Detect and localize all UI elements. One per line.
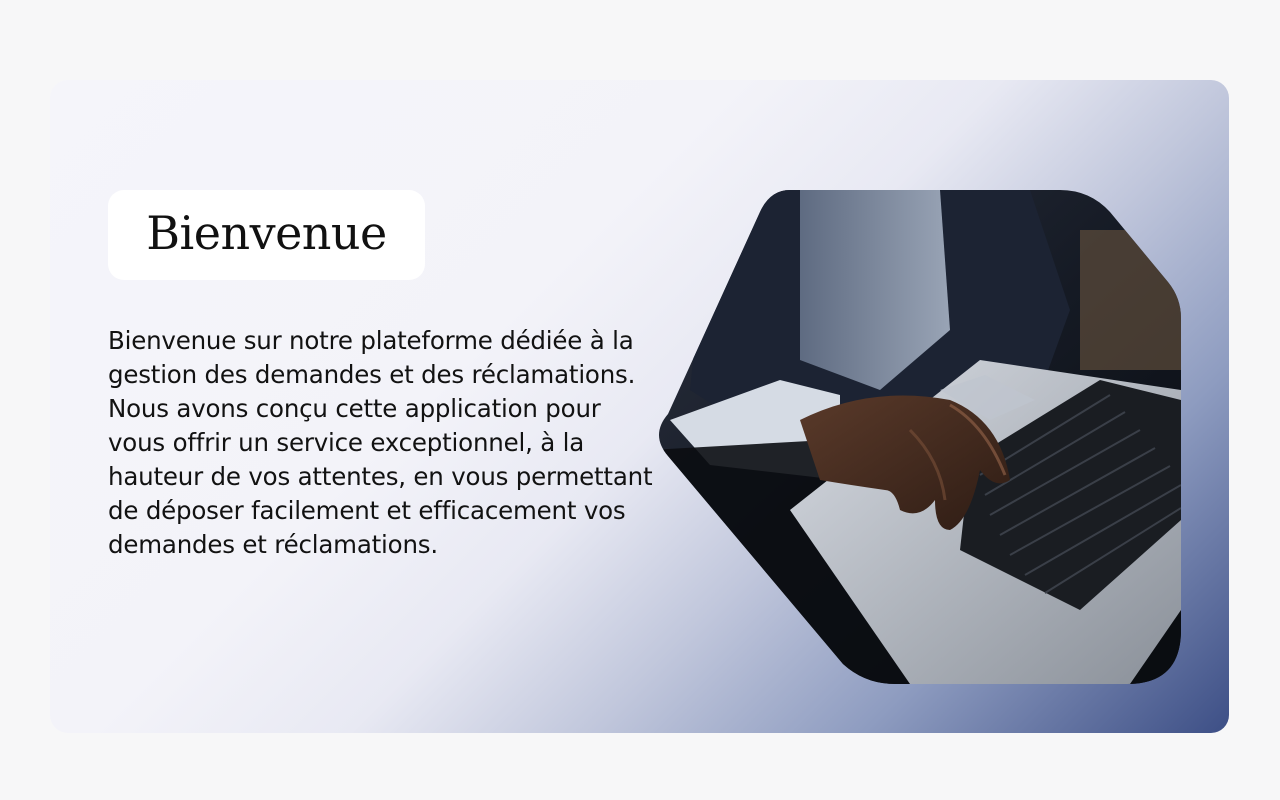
welcome-description: Bienvenue sur notre plateforme dédiée à … bbox=[108, 326, 653, 559]
title-pill: Bienvenue bbox=[108, 190, 425, 280]
welcome-card: Bienvenue Bienvenue sur notre plateforme… bbox=[50, 80, 1229, 733]
laptop-typing-photo bbox=[650, 190, 1181, 684]
page-title: Bienvenue bbox=[146, 206, 387, 260]
